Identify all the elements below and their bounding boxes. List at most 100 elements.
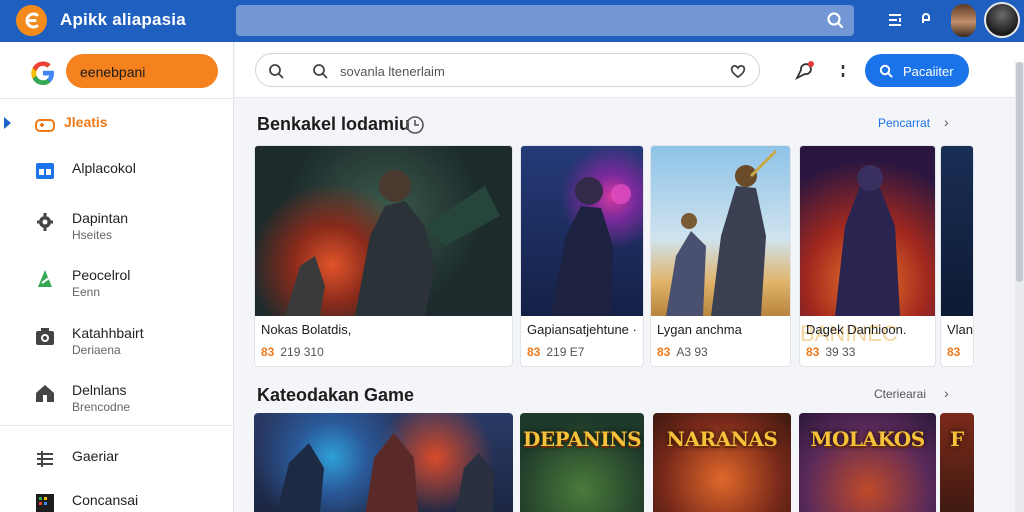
divider	[0, 98, 234, 99]
primary-button-label: Pacaiiter	[903, 64, 954, 79]
game-card[interactable]: BANINEC Dagek Danhioon. 83 39 33	[799, 145, 936, 367]
top-search-bar[interactable]	[236, 5, 854, 36]
hero-illustration	[835, 165, 900, 316]
game-title: Nokas Bolatdis,	[261, 322, 352, 337]
game-downloads: 219 310	[280, 345, 324, 359]
category-tile[interactable]: DEPANINS	[520, 413, 644, 512]
game-card[interactable]: Lygan anchma 83 A3 93	[650, 145, 791, 367]
sidebar-item-label: Peocelrol	[72, 267, 131, 283]
sidebar-item-label: Concansai	[72, 492, 139, 508]
sidebar-item-label: Katahhbairt	[72, 325, 144, 341]
category-tile[interactable]: F	[940, 413, 974, 512]
chevron-right-icon[interactable]: ›	[944, 114, 949, 130]
sidebar-item-games[interactable]: Jleatis	[0, 106, 232, 152]
camera-icon	[36, 328, 54, 345]
categories-see-all-link[interactable]: Cteriearai	[874, 387, 926, 401]
pen-icon[interactable]	[793, 60, 815, 82]
game-downloads: 39 33	[825, 345, 856, 359]
game-card[interactable]: Nokas Bolatdis, 83 219 310	[254, 145, 513, 367]
game-rating: 83	[657, 345, 671, 359]
leaf-icon	[38, 270, 52, 287]
search-icon	[879, 64, 893, 78]
game-rating: 83	[947, 345, 961, 359]
game-artwork: BANINEC	[800, 146, 935, 346]
search-icon[interactable]	[826, 11, 844, 29]
apps-icon	[36, 494, 54, 512]
primary-search-button[interactable]: Pacaiiter	[865, 54, 969, 87]
sidebar-item-leaf[interactable]: Peocelrol Eenn	[0, 259, 232, 305]
category-tile[interactable]: NARANAS	[653, 413, 791, 512]
game-artwork	[521, 146, 643, 316]
sidebar-item-camera[interactable]: Katahhbairt Deriaena	[0, 317, 232, 363]
app-logo-icon	[25, 12, 39, 29]
game-rating: 83	[527, 345, 541, 359]
promo-button[interactable]: eenebpani	[66, 54, 218, 88]
game-meta: 83 219 E7	[527, 345, 584, 359]
game-meta: 83 39 33	[806, 345, 855, 359]
sidebar-item-apps[interactable]: Concansai	[0, 484, 232, 512]
sidebar-item-grid[interactable]: Gaeriar	[0, 440, 232, 486]
top-bar: Apikk aliapasia	[0, 0, 1024, 42]
search-icon[interactable]	[312, 63, 328, 79]
search-icon[interactable]	[268, 63, 284, 79]
clock-icon	[406, 116, 424, 134]
profile-avatar[interactable]	[984, 2, 1020, 38]
sidebar-item-sub: Eenn	[72, 285, 101, 299]
search-input[interactable]: sovanla ltenerlaim	[255, 53, 760, 87]
game-meta: 83 A3 93	[657, 345, 708, 359]
featured-section-title: Benkakel lodamiu	[257, 114, 411, 134]
game-title: Gapiansatjehtune ·	[527, 322, 637, 337]
sidebar-item-label: Delnlans	[72, 382, 127, 398]
search-placeholder: sovanla ltenerlaim	[340, 64, 445, 79]
game-artwork	[651, 146, 790, 316]
sidebar: eenebpani Jleatis Alplacokol Dapintan Hs…	[0, 42, 234, 512]
category-banner: DEPANINS	[522, 427, 642, 451]
knights-illustration	[666, 149, 778, 316]
sidebar-item-home[interactable]: Delnlans Brencodne	[0, 374, 232, 420]
app-title: Apikk aliapasia	[60, 10, 186, 29]
category-banner: MOLAKOS	[810, 427, 925, 451]
sidebar-item-label: Jleatis	[64, 114, 108, 130]
scrollbar-thumb[interactable]	[1016, 62, 1023, 282]
google-logo-icon[interactable]	[28, 58, 58, 88]
game-artwork	[941, 146, 973, 316]
heart-icon[interactable]	[729, 62, 747, 80]
quote-icon[interactable]	[919, 11, 935, 29]
game-rating: 83	[261, 345, 275, 359]
game-controller-icon	[35, 119, 55, 132]
main-toolbar: sovanla ltenerlaim Pacaiiter	[235, 42, 1024, 98]
more-icon[interactable]	[837, 63, 849, 79]
list-icon[interactable]	[886, 11, 904, 29]
app-logo[interactable]	[16, 5, 47, 36]
category-banner: NARANAS	[666, 427, 778, 451]
game-rating: 83	[806, 345, 820, 359]
sidebar-item-sub: Hseites	[72, 228, 113, 242]
scrollbar[interactable]	[1015, 62, 1024, 512]
sidebar-item-settings[interactable]: Dapintan Hseites	[0, 202, 232, 248]
store-icon	[36, 163, 54, 179]
game-artwork	[255, 146, 512, 316]
game-card[interactable]: Vlan 83	[940, 145, 974, 367]
game-downloads: 219 E7	[546, 345, 585, 359]
sidebar-item-label: Alplacokol	[72, 160, 136, 176]
category-tile[interactable]	[254, 413, 513, 512]
sidebar-item-label: Gaeriar	[72, 448, 119, 464]
category-tile[interactable]: MOLAKOS	[799, 413, 936, 512]
game-meta: 83	[947, 345, 966, 359]
see-all-link[interactable]: Pencarrat	[878, 116, 930, 130]
gear-icon	[37, 213, 53, 231]
game-title: Vlan	[947, 322, 974, 337]
warriors-illustration	[276, 433, 494, 512]
game-card[interactable]: Gapiansatjehtune · 83 219 E7	[520, 145, 644, 367]
category-artwork	[254, 413, 513, 512]
grid-icon	[37, 451, 53, 467]
sidebar-item-store[interactable]: Alplacokol	[0, 152, 232, 198]
divider	[0, 425, 234, 426]
avatar[interactable]	[951, 4, 976, 37]
sidebar-item-label: Dapintan	[72, 210, 129, 226]
game-meta: 83 219 310	[261, 345, 324, 359]
categories-section-title: Kateodakan Game	[257, 385, 415, 405]
chevron-right-icon[interactable]: ›	[944, 385, 949, 401]
game-title: Dagek Danhioon.	[806, 322, 907, 337]
sidebar-item-sub: Brencodne	[72, 400, 131, 414]
